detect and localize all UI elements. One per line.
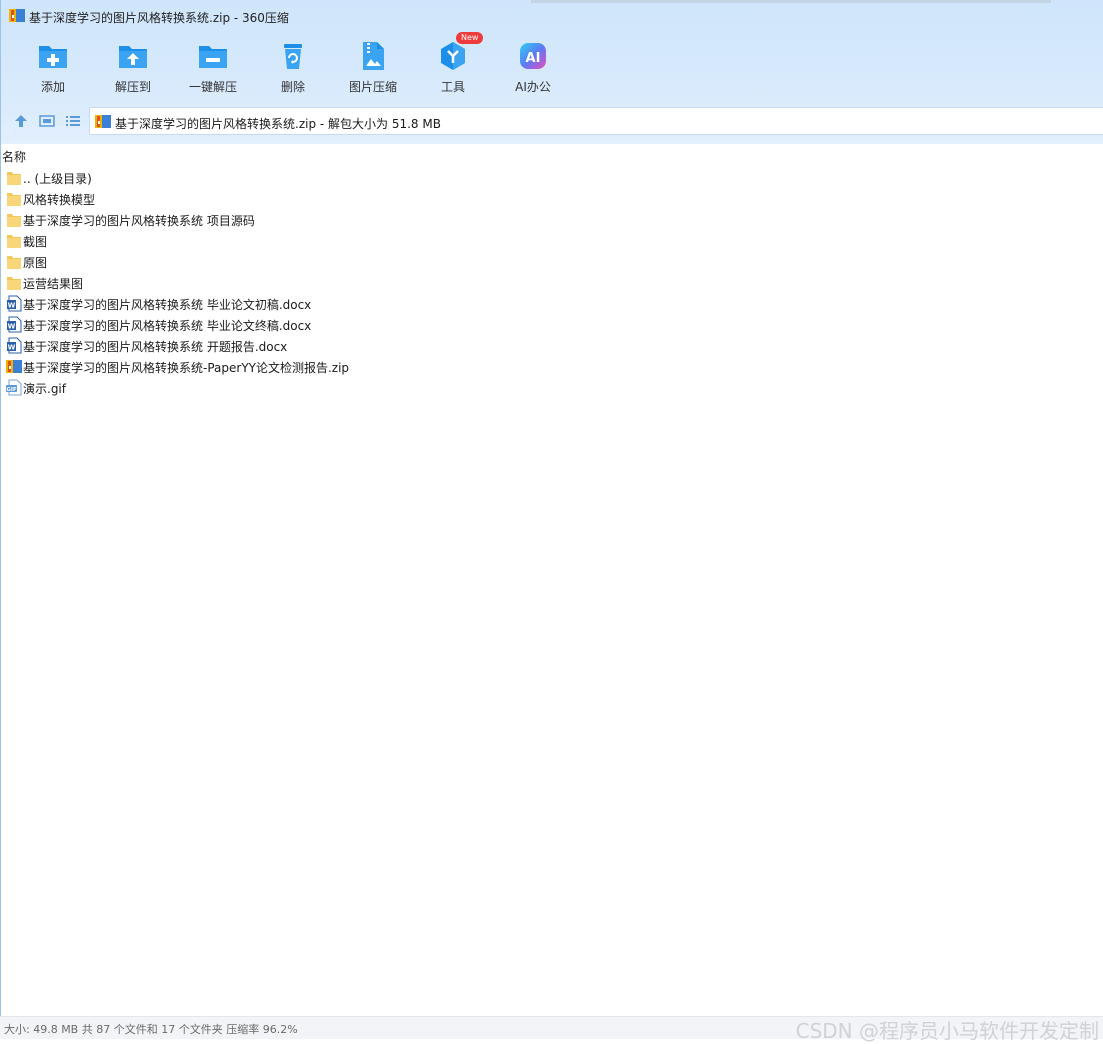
word-document-icon: W: [7, 316, 22, 333]
file-name: 原图: [23, 256, 48, 270]
one-click-extract-icon: [199, 46, 227, 68]
zip-archive-icon: [6, 360, 22, 373]
add-label: 添加: [40, 80, 65, 94]
folder-icon: [7, 193, 21, 206]
file-name: 截图: [23, 235, 48, 249]
file-name: 基于深度学习的图片风格转换系统 开题报告.docx: [23, 340, 288, 354]
image-compress-icon: [363, 42, 384, 70]
file-name: 风格转换模型: [23, 193, 96, 207]
file-name: .. (上级目录): [23, 172, 92, 186]
ai-office-label: AI办公: [515, 80, 551, 94]
file-list-item[interactable]: 原图: [0, 251, 1103, 272]
extract-to-icon: [119, 46, 147, 68]
column-header-name[interactable]: 名称: [2, 148, 26, 165]
tools-icon: [441, 42, 465, 70]
file-name: 基于深度学习的图片风格转换系统 毕业论文初稿.docx: [23, 298, 312, 312]
file-list-item[interactable]: 运营结果图: [0, 272, 1103, 293]
image-compress-button[interactable]: 图片压缩: [333, 36, 413, 98]
new-badge: New: [456, 32, 484, 44]
file-name: 基于深度学习的图片风格转换系统 毕业论文终稿.docx: [23, 319, 312, 333]
up-arrow-icon[interactable]: [13, 113, 29, 129]
file-list-item[interactable]: 基于深度学习的图片风格转换系统-PaperYY论文检测报告.zip: [0, 356, 1103, 377]
word-document-icon: W: [7, 337, 22, 354]
folder-icon: [7, 172, 21, 185]
file-list-item[interactable]: W 基于深度学习的图片风格转换系统 毕业论文初稿.docx: [0, 293, 1103, 314]
file-list-item[interactable]: W 基于深度学习的图片风格转换系统 毕业论文终稿.docx: [0, 314, 1103, 335]
folder-icon: [7, 256, 21, 269]
watermark: CSDN @程序员小马软件开发定制: [795, 1019, 1099, 1043]
title-bar: 基于深度学习的图片风格转换系统.zip - 360压缩: [1, 0, 1103, 32]
tools-button[interactable]: 工具: [413, 36, 493, 98]
file-list-item[interactable]: .. (上级目录): [0, 167, 1103, 188]
svg-text:W: W: [8, 323, 16, 331]
svg-text:W: W: [8, 344, 16, 352]
zip-archive-icon: [9, 9, 25, 22]
folder-icon: [7, 277, 21, 290]
file-name: 基于深度学习的图片风格转换系统-PaperYY论文检测报告.zip: [23, 361, 350, 375]
file-list: .. (上级目录) 风格转换模型基于深度学习的图片风格转换系统 项目源码 截图原图运…: [0, 167, 1103, 398]
tools-label: 工具: [440, 80, 465, 94]
ai-office-icon: AI: [520, 43, 546, 69]
file-list-item[interactable]: GIF 演示.gif: [0, 377, 1103, 398]
delete-icon: [284, 44, 302, 69]
add-button[interactable]: 添加: [13, 36, 93, 98]
one-click-extract-label: 一键解压: [188, 80, 237, 94]
word-document-icon: W: [7, 295, 22, 312]
file-name: 基于深度学习的图片风格转换系统 项目源码: [23, 214, 255, 228]
one-click-extract-button[interactable]: 一键解压: [173, 36, 253, 98]
window-header: 基于深度学习的图片风格转换系统.zip - 360压缩 添加 解压到 一键解压 …: [0, 0, 1103, 144]
svg-text:W: W: [8, 302, 16, 310]
image-compress-label: 图片压缩: [348, 80, 397, 94]
status-bar: 大小: 49.8 MB 共 87 个文件和 17 个文件夹 压缩率 96.2% …: [0, 1016, 1103, 1043]
ai-office-button[interactable]: AI AI办公: [493, 36, 573, 98]
file-list-item[interactable]: 截图: [0, 230, 1103, 251]
navigation-bar: 基于深度学习的图片风格转换系统.zip - 解包大小为 51.8 MB: [1, 106, 1103, 136]
delete-label: 删除: [280, 80, 305, 94]
window-title: 基于深度学习的图片风格转换系统.zip - 360压缩: [29, 11, 289, 25]
folder-icon: [7, 214, 21, 227]
list-view-icon[interactable]: [65, 113, 81, 129]
status-text: 大小: 49.8 MB 共 87 个文件和 17 个文件夹 压缩率 96.2%: [4, 1023, 298, 1036]
zip-archive-icon: [95, 115, 111, 128]
file-list-item[interactable]: 基于深度学习的图片风格转换系统 项目源码: [0, 209, 1103, 230]
thumbnail-view-icon[interactable]: [39, 113, 55, 129]
file-name: 运营结果图: [23, 277, 84, 291]
file-list-item[interactable]: 风格转换模型: [0, 188, 1103, 209]
gif-image-icon: GIF: [6, 379, 22, 396]
file-name: 演示.gif: [23, 382, 66, 396]
file-list-item[interactable]: W 基于深度学习的图片风格转换系统 开题报告.docx: [0, 335, 1103, 356]
extract-to-label: 解压到: [114, 80, 151, 94]
svg-text:AI: AI: [526, 51, 541, 66]
delete-button[interactable]: 删除: [253, 36, 333, 98]
extract-to-button[interactable]: 解压到: [93, 36, 173, 98]
svg-text:GIF: GIF: [6, 387, 17, 393]
add-icon: [39, 46, 67, 68]
path-text: 基于深度学习的图片风格转换系统.zip - 解包大小为 51.8 MB: [115, 117, 441, 131]
path-field[interactable]: 基于深度学习的图片风格转换系统.zip - 解包大小为 51.8 MB: [89, 107, 1103, 135]
main-toolbar: 添加 解压到 一键解压 删除 图片压缩 工具 AI AI办公: [1, 36, 701, 100]
folder-icon: [7, 235, 21, 248]
